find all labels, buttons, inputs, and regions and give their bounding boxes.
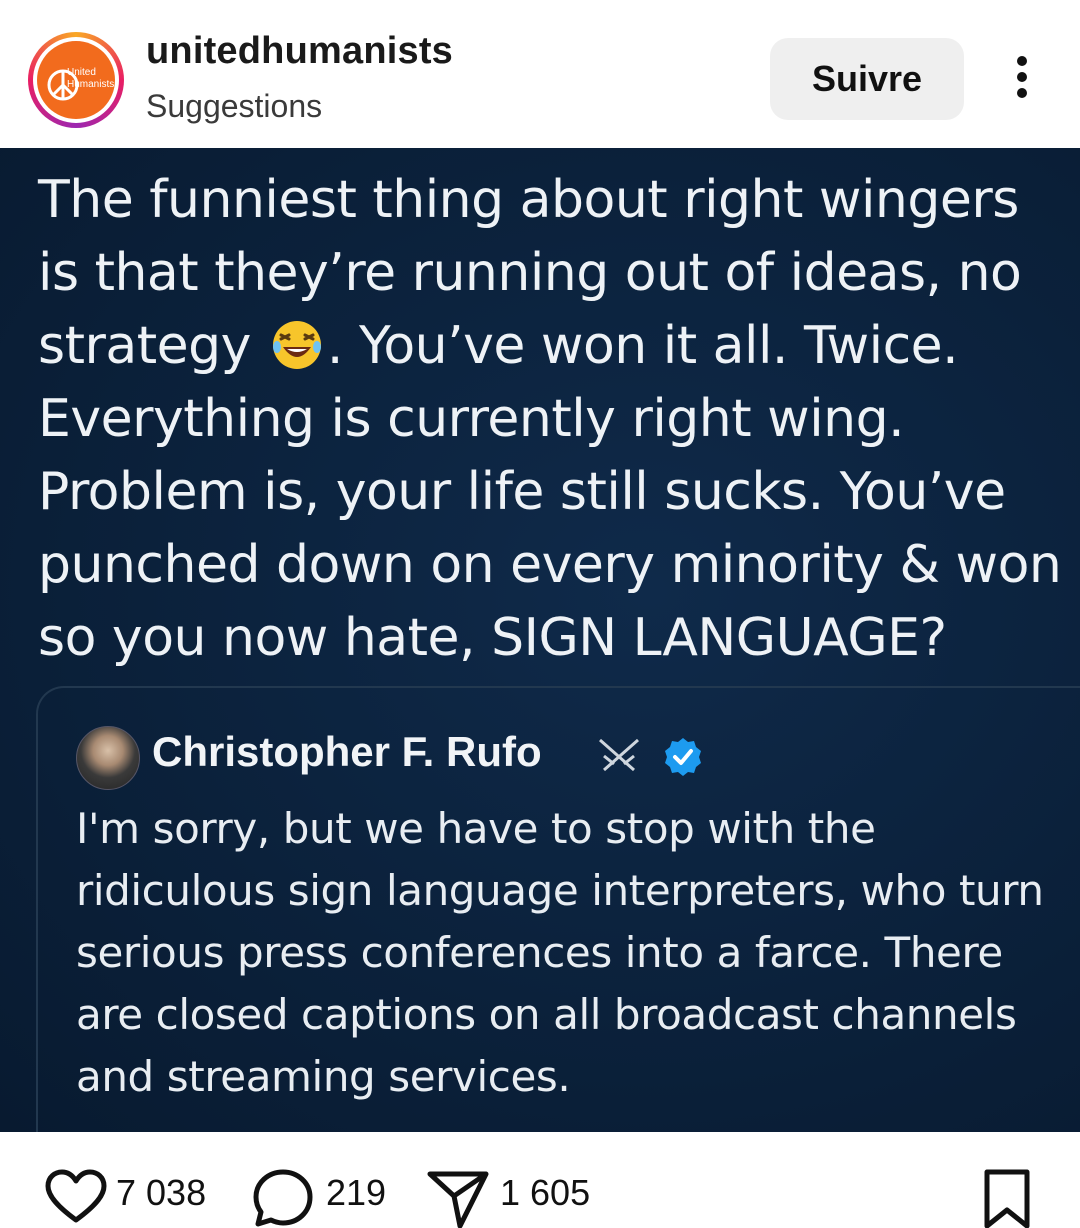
post-image[interactable]: The funniest thing about right wingers i… bbox=[0, 148, 1080, 1132]
quote-author-name: Christopher F. Rufo bbox=[152, 728, 542, 775]
post-actions-bar: 7 038 219 1 605 bbox=[0, 1132, 1080, 1228]
laughing-emoji-icon bbox=[269, 317, 325, 373]
comment-bubble-icon[interactable] bbox=[252, 1168, 314, 1228]
svg-text:Humanists: Humanists bbox=[67, 79, 114, 90]
account-subtitle: Suggestions bbox=[146, 88, 323, 124]
quoted-tweet-card: Christopher F. Rufo I'm sorry, but we ha… bbox=[36, 686, 1080, 1132]
bookmark-save-icon[interactable] bbox=[982, 1168, 1032, 1228]
share-count[interactable]: 1 605 bbox=[500, 1172, 590, 1214]
account-avatar[interactable]: United Humanists bbox=[28, 32, 124, 128]
crossed-swords-icon bbox=[599, 738, 639, 772]
verified-badge-icon bbox=[665, 738, 701, 776]
post-header: United Humanists unitedhumanists Suggest… bbox=[0, 0, 1080, 148]
like-heart-icon[interactable] bbox=[44, 1168, 108, 1224]
comment-count[interactable]: 219 bbox=[326, 1172, 386, 1214]
quote-text: I'm sorry, but we have to stop with the … bbox=[76, 804, 1044, 1101]
follow-button[interactable]: Suivre bbox=[770, 38, 964, 120]
account-username[interactable]: unitedhumanists bbox=[146, 30, 453, 73]
like-count[interactable]: 7 038 bbox=[116, 1172, 206, 1214]
more-options-icon[interactable] bbox=[1008, 56, 1036, 104]
post-main-text: The funniest thing about right wingers i… bbox=[38, 164, 1068, 675]
svg-text:United: United bbox=[67, 67, 96, 78]
peace-logo-icon: United Humanists bbox=[47, 67, 114, 101]
share-send-icon[interactable] bbox=[426, 1168, 490, 1228]
quote-author-avatar bbox=[76, 726, 140, 790]
